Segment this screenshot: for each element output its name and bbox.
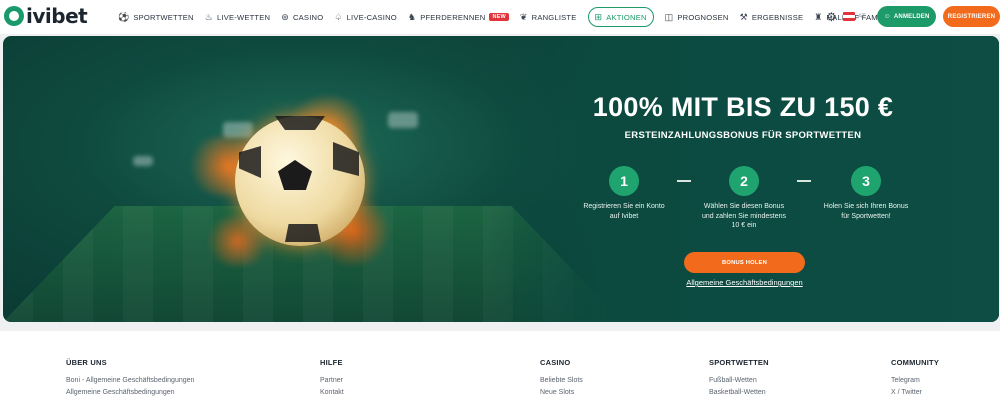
fire-icon: ♨ xyxy=(204,12,213,22)
gift-icon: ⊞ xyxy=(594,12,603,22)
nav-item-pferderennen[interactable]: ♞ PFERDERENNEN NEW xyxy=(408,7,509,27)
step-number-3: 3 xyxy=(851,166,881,196)
gear-icon[interactable]: ⚙ xyxy=(826,10,837,24)
nav-item-label: PROGNOSEN xyxy=(677,12,729,22)
soccer-ball-icon: ⚽ xyxy=(118,12,130,22)
promo-title: 100% MIT BIS ZU 150 € xyxy=(592,92,894,122)
nav-item-live-wetten[interactable]: ♨ LIVE-WETTEN xyxy=(205,7,271,27)
terms-link[interactable]: Allgemeine Geschäftsbedingungen xyxy=(563,278,926,287)
footer-column-about: ÜBER UNS Boni - Allgemeine Geschäftsbedi… xyxy=(66,358,194,399)
step-text-3: Holen Sie sich Ihren Bonus für Sportwett… xyxy=(823,203,909,220)
nav-item-live-casino[interactable]: ♤ LIVE-CASINO xyxy=(334,7,397,27)
promo-content: 100% MIT BIS ZU 150 € ERSTEINZAHLUNGSBON… xyxy=(563,36,923,322)
chart-icon: ◫ xyxy=(664,12,674,22)
flaming-soccer-ball-image xyxy=(163,96,403,296)
logo-mark-icon xyxy=(4,6,24,26)
register-button[interactable]: REGISTRIEREN xyxy=(943,6,1000,27)
nav-item-aktionen[interactable]: ⊞ AKTIONEN xyxy=(587,7,654,27)
top-header: ivibet ⚽ SPORTWETTEN ♨ LIVE-WETTEN ⊛ CAS… xyxy=(0,0,1000,34)
footer-heading: ÜBER UNS xyxy=(66,358,107,367)
site-logo[interactable]: ivibet xyxy=(4,4,88,28)
footer-column-casino: CASINO Beliebte Slots Neue Slots xyxy=(540,358,583,399)
promo-banner: 100% MIT BIS ZU 150 € ERSTEINZAHLUNGSBON… xyxy=(3,36,999,322)
stadium-light xyxy=(133,156,153,166)
logo-text: ivibet xyxy=(26,4,88,28)
roulette-icon: ⊛ xyxy=(281,12,289,22)
footer-heading: SPORTWETTEN xyxy=(709,358,769,367)
nav-item-label: ERGEBNISSE xyxy=(751,12,804,22)
nav-item-ergebnisse[interactable]: ⚒ ERGEBNISSE xyxy=(740,7,804,27)
tools-icon: ⚒ xyxy=(739,12,748,22)
castle-icon: ♜ xyxy=(814,12,823,22)
nav-item-label: AKTIONEN xyxy=(606,12,647,22)
footer-link[interactable]: Boni - Allgemeine Geschäftsbedingungen xyxy=(66,375,194,387)
login-button-label: ANMELDEN xyxy=(893,13,930,20)
austria-flag-icon[interactable] xyxy=(843,12,855,21)
nav-item-sportwetten[interactable]: ⚽ SPORTWETTEN xyxy=(118,7,194,27)
footer-column-community: COMMUNITY Telegram X / Twitter xyxy=(891,358,939,399)
nav-item-label: SPORTWETTEN xyxy=(133,12,194,22)
promo-subtitle: ERSTEINZAHLUNGSBONUS FÜR SPORTWETTEN xyxy=(624,130,862,141)
footer-link[interactable]: Allgemeine Geschäftsbedingungen xyxy=(66,387,194,399)
nav-item-label: LIVE-WETTEN xyxy=(216,12,271,22)
laurel-icon: ❦ xyxy=(519,12,528,22)
claim-bonus-button[interactable]: BONUS HOLEN xyxy=(684,252,805,273)
ball-patch xyxy=(278,160,312,190)
footer-heading: CASINO xyxy=(540,358,571,367)
footer-link[interactable]: Beliebte Slots xyxy=(540,375,583,387)
nav-item-label: CASINO xyxy=(292,12,324,22)
language-code[interactable]: AT xyxy=(858,13,866,20)
soccer-ball xyxy=(235,116,365,246)
ball-patch xyxy=(333,142,359,176)
site-footer: ÜBER UNS Boni - Allgemeine Geschäftsbedi… xyxy=(0,331,1000,400)
login-button[interactable]: ☺ ANMELDEN xyxy=(877,6,936,27)
footer-heading: COMMUNITY xyxy=(891,358,940,367)
footer-link[interactable]: Fußball-Wetten xyxy=(709,375,769,387)
horse-icon: ♞ xyxy=(407,12,417,22)
step-number-1: 1 xyxy=(609,166,639,196)
nav-item-label: RANGLISTE xyxy=(531,12,577,22)
main-nav: ⚽ SPORTWETTEN ♨ LIVE-WETTEN ⊛ CASINO ♤ L… xyxy=(118,0,894,34)
cards-icon: ♤ xyxy=(334,12,343,22)
footer-link[interactable]: Telegram xyxy=(891,375,939,387)
step-text-2: Wählen Sie diesen Bonus und zahlen Sie m… xyxy=(701,203,787,229)
nav-item-label: LIVE-CASINO xyxy=(346,12,397,22)
ball-patch xyxy=(239,146,261,178)
ball-patch xyxy=(275,116,325,130)
step-text-1: Registrieren Sie ein Konto auf Ivibet xyxy=(583,203,665,220)
user-icon: ☺ xyxy=(883,13,891,20)
footer-column-sports: SPORTWETTEN Fußball-Wetten Basketball-We… xyxy=(709,358,769,399)
footer-link[interactable]: Basketball-Wetten xyxy=(709,387,769,399)
step-number-2: 2 xyxy=(729,166,759,196)
footer-link[interactable]: Partner xyxy=(320,375,344,387)
footer-link[interactable]: X / Twitter xyxy=(891,387,939,399)
footer-column-help: HILFE Partner Kontakt xyxy=(320,358,344,399)
step-divider xyxy=(677,180,691,182)
ball-patch xyxy=(285,224,321,242)
footer-link[interactable]: Kontakt xyxy=(320,387,344,399)
nav-item-rangliste[interactable]: ❦ RANGLISTE xyxy=(520,7,577,27)
nav-item-prognosen[interactable]: ◫ PROGNOSEN xyxy=(665,7,729,27)
step-divider xyxy=(797,180,811,182)
new-badge: NEW xyxy=(489,13,509,21)
footer-link[interactable]: Neue Slots xyxy=(540,387,583,399)
footer-heading: HILFE xyxy=(320,358,343,367)
nav-item-casino[interactable]: ⊛ CASINO xyxy=(281,7,323,27)
nav-item-label: PFERDERENNEN xyxy=(420,12,486,22)
